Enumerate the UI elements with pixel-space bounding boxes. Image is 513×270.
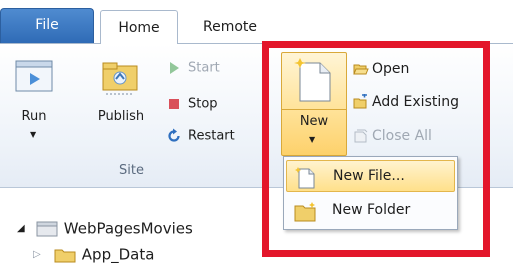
run-dropdown-arrow: ▼ <box>30 130 37 139</box>
restart-label: Restart <box>188 128 235 144</box>
publish-button[interactable]: Publish <box>88 54 154 159</box>
site-icon <box>36 221 58 236</box>
stop-label: Stop <box>188 96 218 112</box>
tab-file[interactable]: File <box>0 8 94 43</box>
play-icon <box>170 62 179 74</box>
start-button[interactable]: Start <box>166 60 220 76</box>
publish-label: Publish <box>97 109 145 124</box>
run-icon <box>15 60 53 92</box>
run-label: Run <box>21 109 47 124</box>
restart-button[interactable]: Restart <box>166 128 235 144</box>
expanded-arrow-icon: ◢ <box>17 223 25 234</box>
folder-icon <box>54 249 76 262</box>
tab-remote[interactable]: Remote <box>190 12 270 43</box>
tree-item-webpagesmovies[interactable]: ◢ WebPagesMovies <box>17 219 193 241</box>
run-button[interactable]: Run ▼ <box>10 54 58 159</box>
tree-root-label: WebPagesMovies <box>63 219 193 238</box>
collapsed-arrow-icon: ▷ <box>33 249 41 260</box>
stop-button[interactable]: Stop <box>166 96 218 112</box>
site-group-label: Site <box>119 163 144 178</box>
tree-item-app-data[interactable]: ▷ App_Data <box>33 245 154 267</box>
publish-icon <box>102 62 138 95</box>
restart-icon <box>168 128 180 142</box>
tab-home[interactable]: Home <box>100 10 178 44</box>
highlight-frame <box>262 41 490 257</box>
tree-child-label: App_Data <box>81 245 155 264</box>
stop-icon <box>169 99 179 109</box>
start-label: Start <box>188 60 220 76</box>
